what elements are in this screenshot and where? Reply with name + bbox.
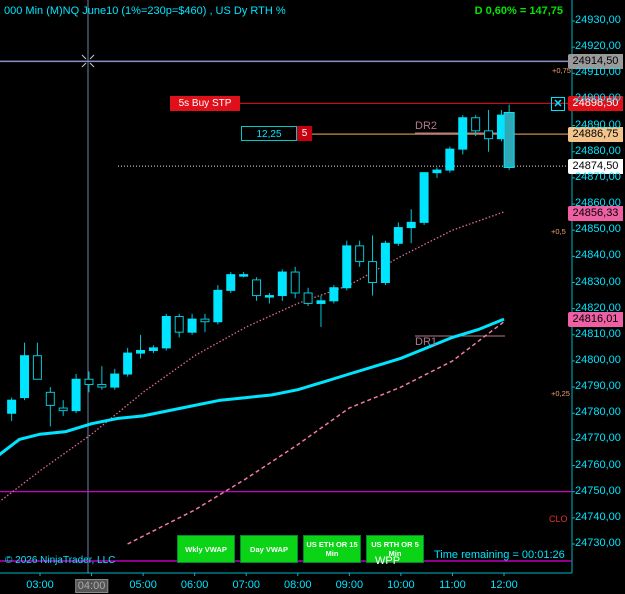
candle-body <box>316 300 326 304</box>
candle-body <box>32 355 42 380</box>
candle-body <box>252 279 262 297</box>
time-tick-label: 06:00 <box>180 579 209 591</box>
order-quantity-box[interactable]: 12,25 <box>241 126 297 141</box>
order-count-badge[interactable]: 5 <box>297 126 312 141</box>
time-tick-label: 07:00 <box>232 579 260 591</box>
candle-body <box>200 318 210 323</box>
price-tick-label: 24920,00 <box>575 40 621 53</box>
candle-body <box>136 349 146 354</box>
price-tick-label: 24810,00 <box>575 327 621 340</box>
candle-body <box>380 242 390 283</box>
candle-body <box>7 399 17 414</box>
time-tick-label: 04:00 <box>74 579 109 593</box>
candle-body <box>419 172 429 223</box>
current-candle <box>503 112 515 168</box>
candle-body <box>161 315 171 349</box>
dotted-pink-ma <box>0 211 505 503</box>
candle-body <box>20 355 30 399</box>
candle-body <box>406 221 416 229</box>
candle-body <box>174 315 184 333</box>
price-tick-label: 24780,00 <box>575 406 621 419</box>
price-tick-label: 24900,00 <box>575 92 621 105</box>
dr1-label: DR1 <box>415 336 438 348</box>
candle-body <box>368 261 378 283</box>
candle-body <box>277 271 287 297</box>
candle-body <box>148 347 158 351</box>
candle-body <box>393 227 403 244</box>
price-tick-label: 24850,00 <box>575 223 621 236</box>
price-tick-label: 24750,00 <box>575 484 621 497</box>
day-vwap-button[interactable]: Day VWAP <box>240 535 298 563</box>
price-tick-label: 24820,00 <box>575 301 621 314</box>
price-tick-label: 24860,00 <box>575 197 621 210</box>
price-tick-label: 24870,00 <box>575 170 621 183</box>
candle-body <box>484 130 494 140</box>
time-tick-label: 05:00 <box>129 579 157 591</box>
candle-body <box>432 169 442 174</box>
candle-body <box>97 383 107 388</box>
daily-change: D 0,60% = 147,75 <box>474 5 563 17</box>
price-tick-label: 24730,00 <box>575 537 621 549</box>
price-tick-label: 24930,00 <box>575 14 621 26</box>
time-tick-label: 08:00 <box>284 579 312 591</box>
candle-body <box>290 271 300 294</box>
time-remaining: Time remaining = 00:01:26 <box>434 549 565 561</box>
candle-body <box>213 289 223 323</box>
chart-title: 000 Min (M)NQ June10 (1%=230p=$460) , US… <box>4 5 286 17</box>
price-tick-label: 24790,00 <box>575 380 621 393</box>
candle-body <box>458 117 468 150</box>
price-chart[interactable] <box>0 0 625 594</box>
clo-label: CLO <box>549 514 568 524</box>
time-tick-label: 09:00 <box>335 579 364 591</box>
candle-body <box>445 148 455 171</box>
candle-body <box>355 245 365 263</box>
us-eth-or-15-button[interactable]: US ETH OR 15 Min <box>303 535 361 563</box>
time-tick-label: 12:00 <box>490 579 518 591</box>
price-tick-label: 24830,00 <box>575 275 621 288</box>
candle-body <box>71 378 81 412</box>
chart-window[interactable]: 000 Min (M)NQ June10 (1%=230p=$460) , US… <box>0 0 625 594</box>
time-tick-label: 10:00 <box>387 579 415 591</box>
candle-body <box>264 295 274 298</box>
price-tick-label: 24910,00 <box>575 66 621 79</box>
time-tick-label: 11:00 <box>439 579 466 591</box>
pct-025-label: +0,25 <box>551 389 570 398</box>
price-tick-label: 24800,00 <box>575 353 621 366</box>
time-tick-label: 03:00 <box>26 579 54 591</box>
price-tick-label: 24890,00 <box>575 118 621 131</box>
candle-body <box>123 352 133 375</box>
candle-body <box>110 373 120 388</box>
price-tick-label: 24880,00 <box>575 144 621 157</box>
candle-body <box>187 318 197 333</box>
price-tick-label: 24840,00 <box>575 249 621 262</box>
close-order-icon[interactable]: ✕ <box>551 97 565 111</box>
copyright-text: © 2026 NinjaTrader, LLC <box>5 555 116 566</box>
wpp-label: WPP <box>375 555 401 567</box>
buy-stop-order-label[interactable]: 5s Buy STP <box>170 96 240 111</box>
price-tick-label: 24740,00 <box>575 510 621 523</box>
dashed-pink-line <box>127 321 505 545</box>
price-tick-label: 24760,00 <box>575 458 621 471</box>
wkly-vwap-button[interactable]: Wkly VWAP <box>177 535 235 563</box>
candle-body <box>329 287 339 302</box>
candle-body <box>58 407 68 412</box>
dr2-label: DR2 <box>415 120 438 132</box>
price-tick-label: 24770,00 <box>575 432 621 445</box>
candle-body <box>226 274 236 291</box>
pct-05-label: +0,5 <box>551 227 566 236</box>
candle-body <box>239 274 249 277</box>
candle-body <box>45 391 55 406</box>
candle-body <box>84 378 94 385</box>
price-tag: 24816,01 <box>568 312 623 327</box>
candle-body <box>342 245 352 289</box>
candle-body <box>471 117 481 132</box>
candle-body <box>303 292 313 304</box>
